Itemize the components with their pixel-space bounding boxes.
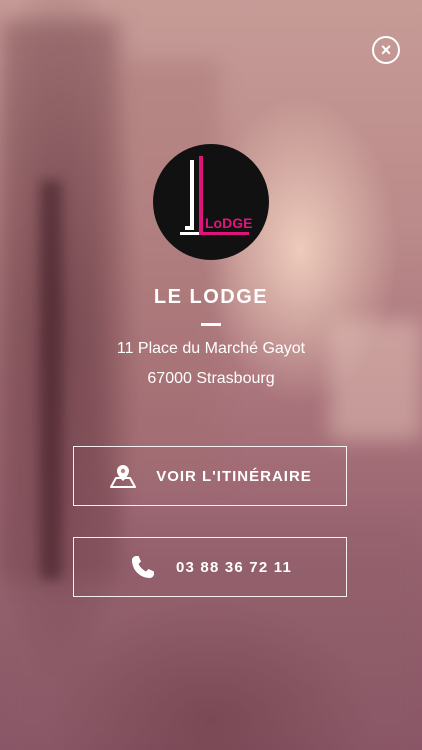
logo-wordmark: LoDGE (205, 215, 252, 231)
venue-name: LE LODGE (153, 286, 269, 308)
address-line-1: 11 Place du Marché Gayot (116, 340, 306, 357)
address-line-2: 67000 Strasbourg (147, 370, 275, 387)
lodge-logo-icon: LoDGE (180, 156, 252, 235)
route-button-label: VOIR L'ITINÉRAIRE (156, 467, 312, 485)
call-button-label: 03 88 36 72 11 (175, 558, 293, 576)
route-button[interactable]: VOIR L'ITINÉRAIRE (73, 446, 347, 506)
call-button[interactable]: 03 88 36 72 11 (73, 537, 347, 597)
phone-icon (128, 552, 158, 582)
title-divider (201, 323, 221, 326)
map-pin-icon (108, 461, 138, 491)
venue-logo: LoDGE (153, 144, 269, 260)
close-button[interactable]: × (372, 36, 400, 64)
close-icon: × (380, 40, 392, 60)
